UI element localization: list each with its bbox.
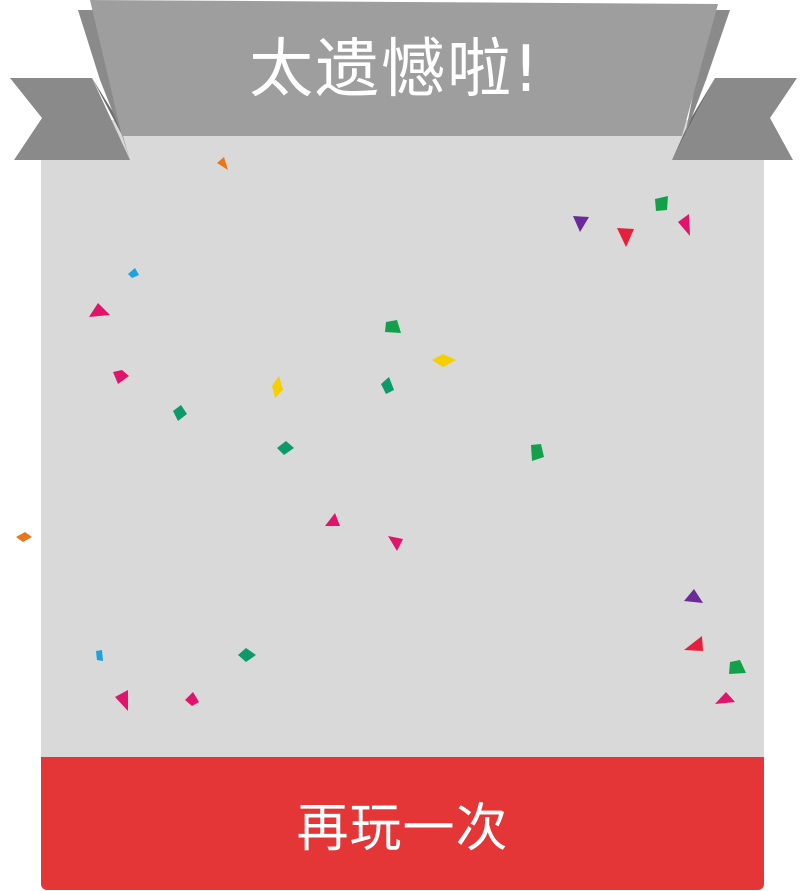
confetti-piece — [16, 532, 32, 542]
game-over-dialog: 太遗憾啦! 再玩一次 — [0, 0, 807, 891]
play-again-button[interactable]: 再玩一次 — [41, 757, 764, 890]
dialog-title: 太遗憾啦! — [249, 33, 541, 107]
